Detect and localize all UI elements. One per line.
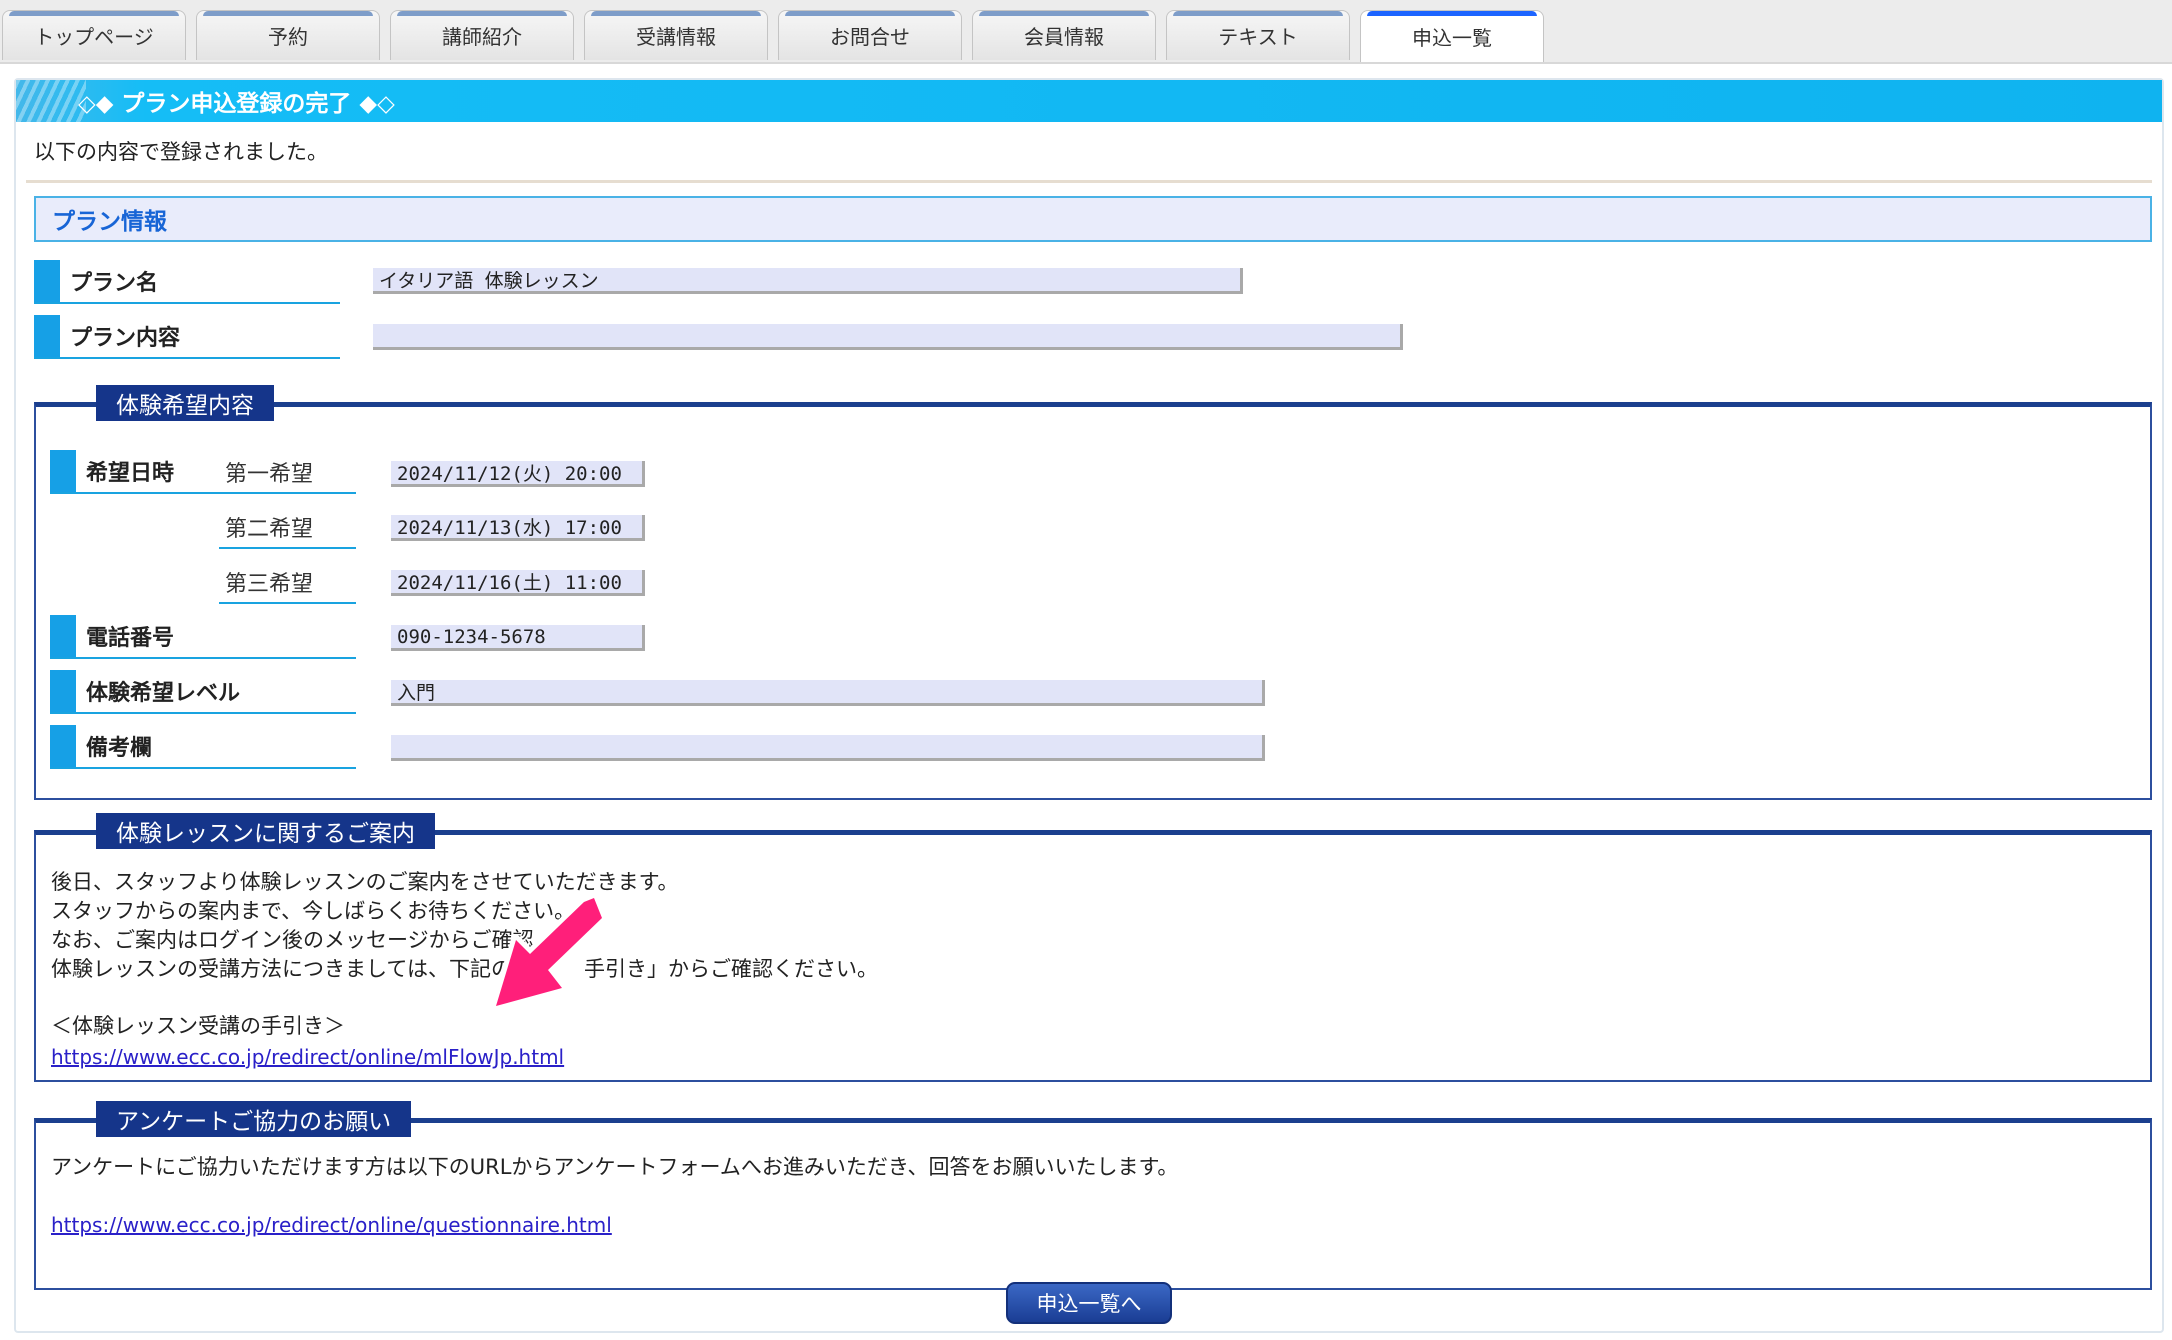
completion-message: 以下の内容で登録されました。	[34, 140, 328, 164]
survey-link[interactable]: https://www.ecc.co.jp/redirect/online/qu…	[51, 1213, 612, 1237]
level-label: 体験希望レベル	[50, 670, 356, 714]
first-choice-value: 2024/11/12(火) 20:00	[391, 461, 645, 487]
tab-member-info[interactable]: 会員情報	[972, 10, 1156, 60]
trial-guide-box: 体験レッスンに関するご案内 後日、スタッフより体験レッスンのご案内をさせていただ…	[34, 813, 2152, 1082]
level-value: 入門	[391, 680, 1265, 706]
notes-label: 備考欄	[50, 725, 356, 769]
tab-course-info[interactable]: 受講情報	[584, 10, 768, 60]
guide-line-3: なお、ご案内はログイン後のメッセージからご確認	[51, 928, 534, 952]
page-title-bar: ◇◆ プラン申込登録の完了 ◆◇	[16, 80, 2162, 122]
guide-line-4-end: 手引き」からご確認ください。	[583, 957, 878, 981]
phone-label: 電話番号	[50, 615, 356, 659]
guide-line-4: 体験レッスンの受講方法につきましては、下記の 手引き」からご確認ください。	[51, 955, 878, 984]
tab-instructors[interactable]: 講師紹介	[390, 10, 574, 60]
phone-value: 090-1234-5678	[391, 625, 645, 651]
plan-info-header: プラン情報	[34, 196, 2152, 242]
tab-bar: トップページ 予約 講師紹介 受講情報 お問合せ 会員情報 テキスト 申込一覧	[0, 0, 2172, 64]
first-choice-label: 第一希望	[219, 452, 356, 494]
annotation-arrow-icon	[491, 893, 607, 1011]
trial-guide-legend: 体験レッスンに関するご案内	[96, 813, 435, 849]
tab-text[interactable]: テキスト	[1166, 10, 1350, 60]
tab-contact[interactable]: お問合せ	[778, 10, 962, 60]
survey-legend: アンケートご協力のお願い	[96, 1101, 412, 1137]
application-list-button[interactable]: 申込一覧へ	[1006, 1282, 1172, 1324]
plan-name-label: プラン名	[34, 260, 340, 304]
plan-content-label: プラン内容	[34, 315, 340, 359]
plan-name-value: イタリア語 体験レッスン	[373, 268, 1243, 294]
divider	[26, 180, 2152, 183]
tab-application-list[interactable]: 申込一覧	[1360, 10, 1544, 62]
survey-box: アンケートご協力のお願い アンケートにご協力いただけます方は以下のURLからアン…	[34, 1101, 2152, 1290]
third-choice-label: 第三希望	[219, 562, 356, 604]
plan-content-value	[373, 324, 1403, 350]
trial-request-legend: 体験希望内容	[96, 385, 274, 421]
tab-reservation[interactable]: 予約	[196, 10, 380, 60]
guide-link[interactable]: https://www.ecc.co.jp/redirect/online/ml…	[51, 1045, 564, 1069]
main-panel: ◇◆ プラン申込登録の完了 ◆◇ 以下の内容で登録されました。 プラン情報 プラ…	[14, 78, 2164, 1333]
guide-line-4-start: 体験レッスンの受講方法につきましては、下記の	[51, 957, 512, 981]
second-choice-value: 2024/11/13(水) 17:00	[391, 515, 645, 541]
title-stripes	[16, 80, 86, 122]
notes-value	[391, 735, 1265, 761]
tab-top-page[interactable]: トップページ	[2, 10, 186, 60]
survey-text: アンケートにご協力いただけます方は以下のURLからアンケートフォームへお進みいた…	[51, 1155, 1179, 1179]
page-title: ◇◆ プラン申込登録の完了 ◆◇	[78, 91, 395, 117]
guide-heading: ＜体験レッスン受講の手引き＞	[51, 1014, 345, 1038]
third-choice-value: 2024/11/16(土) 11:00	[391, 570, 645, 596]
second-choice-label: 第二希望	[219, 507, 356, 549]
